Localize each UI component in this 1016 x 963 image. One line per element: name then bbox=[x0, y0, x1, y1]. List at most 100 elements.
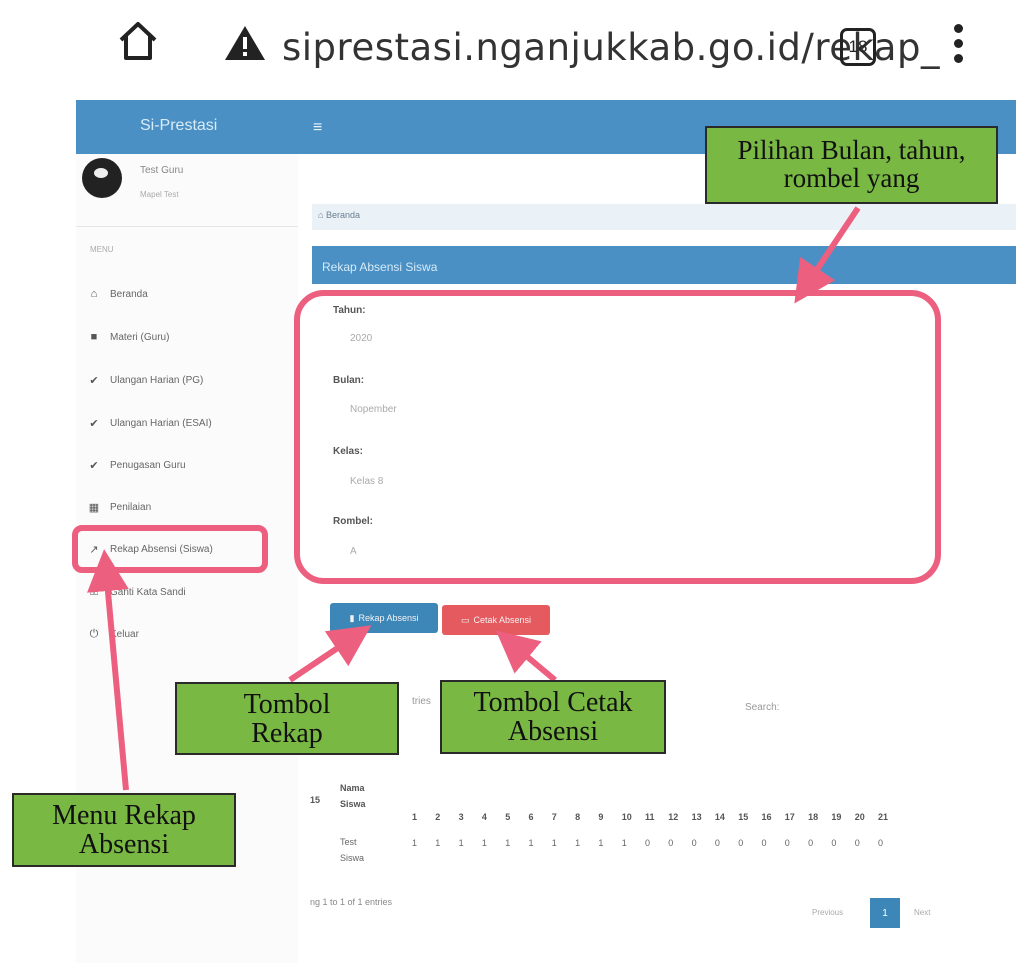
entries-length-label: tries bbox=[412, 696, 431, 707]
sidebar-item-label: Penugasan Guru bbox=[110, 459, 186, 471]
table-cell-day: 1 bbox=[481, 838, 487, 848]
folder-icon: ■ bbox=[90, 331, 98, 343]
pagination-current[interactable]: 1 bbox=[870, 898, 900, 928]
callout-tombol-rekap: Tombol Rekap bbox=[175, 682, 399, 755]
sidebar-item-label: Ulangan Harian (ESAI) bbox=[110, 417, 212, 429]
home-icon[interactable] bbox=[115, 18, 161, 64]
avatar bbox=[82, 158, 122, 198]
warning-icon[interactable] bbox=[223, 24, 267, 62]
table-cell-day: 1 bbox=[528, 838, 534, 848]
table-header-day[interactable]: 20 bbox=[855, 812, 865, 822]
print-icon: ▭ bbox=[460, 614, 470, 625]
table-cell-day: 0 bbox=[714, 838, 720, 848]
table-header-day[interactable]: 11 bbox=[645, 812, 655, 822]
sidebar-item-ulangan-esai[interactable]: ✔ Ulangan Harian (ESAI) bbox=[86, 413, 212, 433]
table-cell-day: 0 bbox=[668, 838, 674, 848]
table-header-name[interactable]: Nama Siswa bbox=[340, 780, 380, 812]
table-header-day[interactable]: 3 bbox=[459, 812, 464, 822]
panel-title: Rekap Absensi Siswa bbox=[322, 260, 438, 274]
table-header-day[interactable]: 10 bbox=[622, 812, 632, 822]
table-cell-name: Test Siswa bbox=[340, 837, 365, 864]
sidebar-item-materi[interactable]: ■ Materi (Guru) bbox=[86, 327, 170, 347]
sidebar-item-beranda[interactable]: ⌂ Beranda bbox=[86, 284, 148, 304]
breadcrumb-label[interactable]: Beranda bbox=[326, 210, 360, 220]
form-highlight-box bbox=[294, 290, 941, 584]
table-cell-day: 0 bbox=[854, 838, 860, 848]
file-icon: ▮ bbox=[349, 612, 355, 623]
table-cell-day: 0 bbox=[761, 838, 767, 848]
table-header-day[interactable]: 21 bbox=[878, 812, 888, 822]
table-header-day[interactable]: 15 bbox=[738, 812, 748, 822]
sidebar-item-label: Keluar bbox=[110, 628, 139, 640]
power-icon: ⏻ bbox=[89, 627, 99, 640]
tab-count-button[interactable]: 18 bbox=[840, 28, 876, 66]
table-header-day[interactable]: 12 bbox=[668, 812, 678, 822]
more-options-icon[interactable] bbox=[952, 24, 964, 70]
table-header-day[interactable]: 8 bbox=[575, 812, 580, 822]
sidebar-item-label: Materi (Guru) bbox=[110, 331, 170, 343]
table-cell-day: 1 bbox=[575, 838, 581, 848]
sidebar-menu-title: MENU bbox=[90, 245, 114, 254]
table-cell-day: 1 bbox=[505, 838, 511, 848]
table-header-day[interactable]: 16 bbox=[762, 812, 772, 822]
breadcrumb bbox=[312, 204, 1016, 230]
callout-pilihan: Pilihan Bulan, tahun, rombel yang bbox=[705, 126, 998, 204]
sidebar-item-penugasan[interactable]: ✔ Penugasan Guru bbox=[86, 455, 186, 475]
cetak-absensi-button[interactable]: ▭ Cetak Absensi bbox=[442, 605, 550, 635]
hamburger-menu-icon[interactable]: ≡ bbox=[313, 119, 322, 137]
table-header-day[interactable]: 1 bbox=[412, 812, 417, 822]
sidebar-item-penilaian[interactable]: ▦ Penilaian bbox=[86, 497, 151, 517]
table-cell-day: 0 bbox=[645, 838, 651, 848]
table-cell-day: 0 bbox=[831, 838, 837, 848]
rekap-button-label: Rekap Absensi bbox=[358, 613, 419, 623]
callout-tombol-cetak: Tombol Cetak Absensi bbox=[440, 680, 666, 754]
sidebar-item-ganti-sandi[interactable]: ⚿ Ganti Kata Sandi bbox=[86, 582, 186, 602]
calendar-icon: ▦ bbox=[88, 501, 100, 514]
table-header-day[interactable]: 7 bbox=[552, 812, 557, 822]
table-header-day[interactable]: 5 bbox=[505, 812, 510, 822]
pagination-next[interactable]: Next bbox=[914, 908, 930, 917]
table-header-day[interactable]: 17 bbox=[785, 812, 795, 822]
sidebar-item-label: Ganti Kata Sandi bbox=[110, 586, 186, 598]
check-icon: ✔ bbox=[89, 374, 99, 387]
table-cell-day: 1 bbox=[458, 838, 464, 848]
table-cell-day: 1 bbox=[412, 838, 418, 848]
table-cell-day: 1 bbox=[551, 838, 557, 848]
table-header-no[interactable]: 15 bbox=[310, 795, 320, 805]
table-cell-day: 1 bbox=[598, 838, 604, 848]
home-icon: ⌂ bbox=[90, 288, 98, 300]
key-icon: ⚿ bbox=[89, 585, 99, 598]
table-info: ng 1 to 1 of 1 entries bbox=[310, 897, 393, 907]
menu-highlight-box bbox=[72, 525, 268, 573]
sidebar-item-label: Ulangan Harian (PG) bbox=[110, 374, 204, 386]
check-icon: ✔ bbox=[89, 459, 99, 472]
app-brand[interactable]: Si-Prestasi bbox=[140, 117, 217, 135]
sidebar-divider bbox=[76, 226, 298, 227]
table-cell-day: 0 bbox=[691, 838, 697, 848]
breadcrumb-home[interactable]: ⌂ Beranda bbox=[318, 210, 360, 220]
arrow-tombol-rekap bbox=[288, 625, 372, 683]
sidebar-item-label: Beranda bbox=[110, 288, 148, 300]
table-cell-day: 0 bbox=[808, 838, 814, 848]
sidebar-item-ulangan-pg[interactable]: ✔ Ulangan Harian (PG) bbox=[86, 370, 203, 390]
table-cell-day: 0 bbox=[738, 838, 744, 848]
table-header-day[interactable]: 9 bbox=[598, 812, 603, 822]
rekap-absensi-button[interactable]: ▮ Rekap Absensi bbox=[330, 603, 438, 633]
cetak-button-label: Cetak Absensi bbox=[473, 615, 532, 625]
table-header-day[interactable]: 6 bbox=[529, 812, 534, 822]
table-header-day[interactable]: 14 bbox=[715, 812, 725, 822]
table-cell-day: 1 bbox=[435, 838, 441, 848]
sidebar-item-keluar[interactable]: ⏻ Keluar bbox=[86, 624, 139, 644]
table-cell-day: 0 bbox=[784, 838, 790, 848]
pagination-previous[interactable]: Previous bbox=[812, 908, 843, 917]
table-header-day[interactable]: 19 bbox=[831, 812, 841, 822]
table-header-day[interactable]: 13 bbox=[692, 812, 702, 822]
table-header-day[interactable]: 2 bbox=[435, 812, 440, 822]
table-header-day[interactable]: 4 bbox=[482, 812, 487, 822]
table-header-day[interactable]: 18 bbox=[808, 812, 818, 822]
sidebar-item-label: Penilaian bbox=[110, 501, 152, 513]
user-name: Test Guru bbox=[140, 165, 184, 176]
check-icon: ✔ bbox=[89, 417, 99, 430]
table-cell-day: 0 bbox=[878, 838, 884, 848]
user-role: Mapel Test bbox=[140, 190, 179, 199]
